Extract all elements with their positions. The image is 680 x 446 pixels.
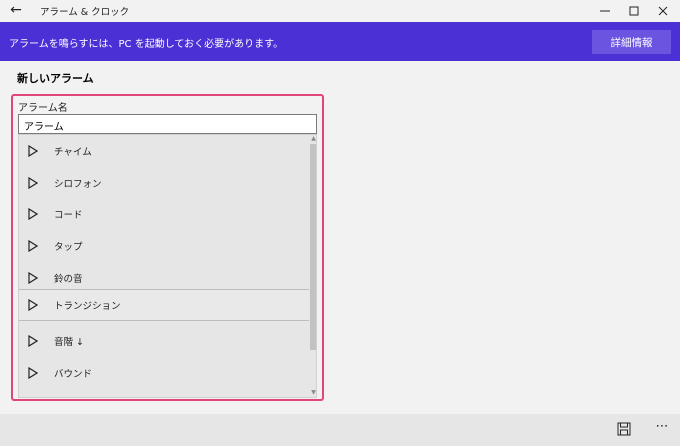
sound-item-label: 音階 ↓ (54, 336, 84, 348)
sound-item[interactable]: チャイム (19, 135, 309, 166)
close-icon (658, 6, 668, 15)
save-button[interactable] (617, 422, 633, 438)
sound-item-selected[interactable]: トランジション (19, 289, 309, 321)
play-icon[interactable] (28, 176, 40, 189)
play-icon[interactable] (28, 299, 40, 311)
sound-item[interactable]: 音階 ↓ (19, 325, 309, 356)
more-info-button[interactable]: 詳細情報 (592, 30, 671, 54)
command-bar: ⋯ (0, 414, 680, 446)
page-title: 新しいアラーム (17, 72, 94, 85)
maximize-icon (629, 6, 639, 15)
maximize-button[interactable] (619, 0, 649, 21)
close-button[interactable] (648, 0, 678, 21)
sound-item[interactable]: タップ (19, 230, 309, 261)
alarm-name-value: アラーム (24, 122, 64, 133)
alarm-name-label: アラーム名 (18, 103, 68, 114)
scrollbar-thumb[interactable] (310, 144, 316, 350)
alarm-name-field[interactable]: アラーム (18, 114, 317, 134)
banner-message: アラームを鳴らすには、PC を起動しておく必要があります。 (9, 39, 284, 50)
sound-item-label: 鈴の音 (54, 273, 83, 285)
scroll-up-icon[interactable]: ▲ (310, 135, 316, 143)
sound-item-label: バウンド (54, 368, 93, 380)
minimize-button[interactable] (590, 0, 620, 21)
sound-item[interactable]: コード (19, 198, 309, 229)
sound-dropdown-list[interactable]: チャイム シロフォン コード タップ 鈴の音 トランジション 音階 ↓ バウンド… (18, 134, 317, 398)
save-icon (617, 422, 631, 436)
sound-item-label: タップ (54, 241, 83, 253)
sound-item[interactable]: バウンド (19, 357, 309, 388)
sound-item-label: シロフォン (54, 178, 102, 190)
info-banner: アラームを鳴らすには、PC を起動しておく必要があります。 詳細情報 (0, 22, 680, 61)
sound-item-label: コード (54, 209, 83, 221)
play-icon[interactable] (28, 334, 40, 347)
back-button[interactable]: ← (8, 2, 24, 18)
play-icon[interactable] (28, 207, 40, 220)
more-options-button[interactable]: ⋯ (654, 420, 670, 436)
sound-item[interactable]: シロフォン (19, 167, 309, 198)
scroll-down-icon[interactable]: ▼ (310, 389, 316, 397)
sound-item-label: トランジション (54, 301, 121, 312)
play-icon[interactable] (28, 366, 40, 379)
title-bar: ← アラーム & クロック (0, 0, 680, 21)
play-icon[interactable] (28, 239, 40, 252)
sound-item-label: チャイム (54, 146, 92, 158)
alarm-sound-panel: アラーム名 アラーム チャイム シロフォン コード タップ 鈴の音 トランジショ… (11, 94, 324, 401)
window-title: アラーム & クロック (40, 7, 130, 18)
minimize-icon (600, 10, 610, 11)
scrollbar[interactable]: ▲ ▼ (310, 135, 316, 397)
play-icon[interactable] (28, 271, 40, 284)
play-icon[interactable] (28, 144, 40, 157)
